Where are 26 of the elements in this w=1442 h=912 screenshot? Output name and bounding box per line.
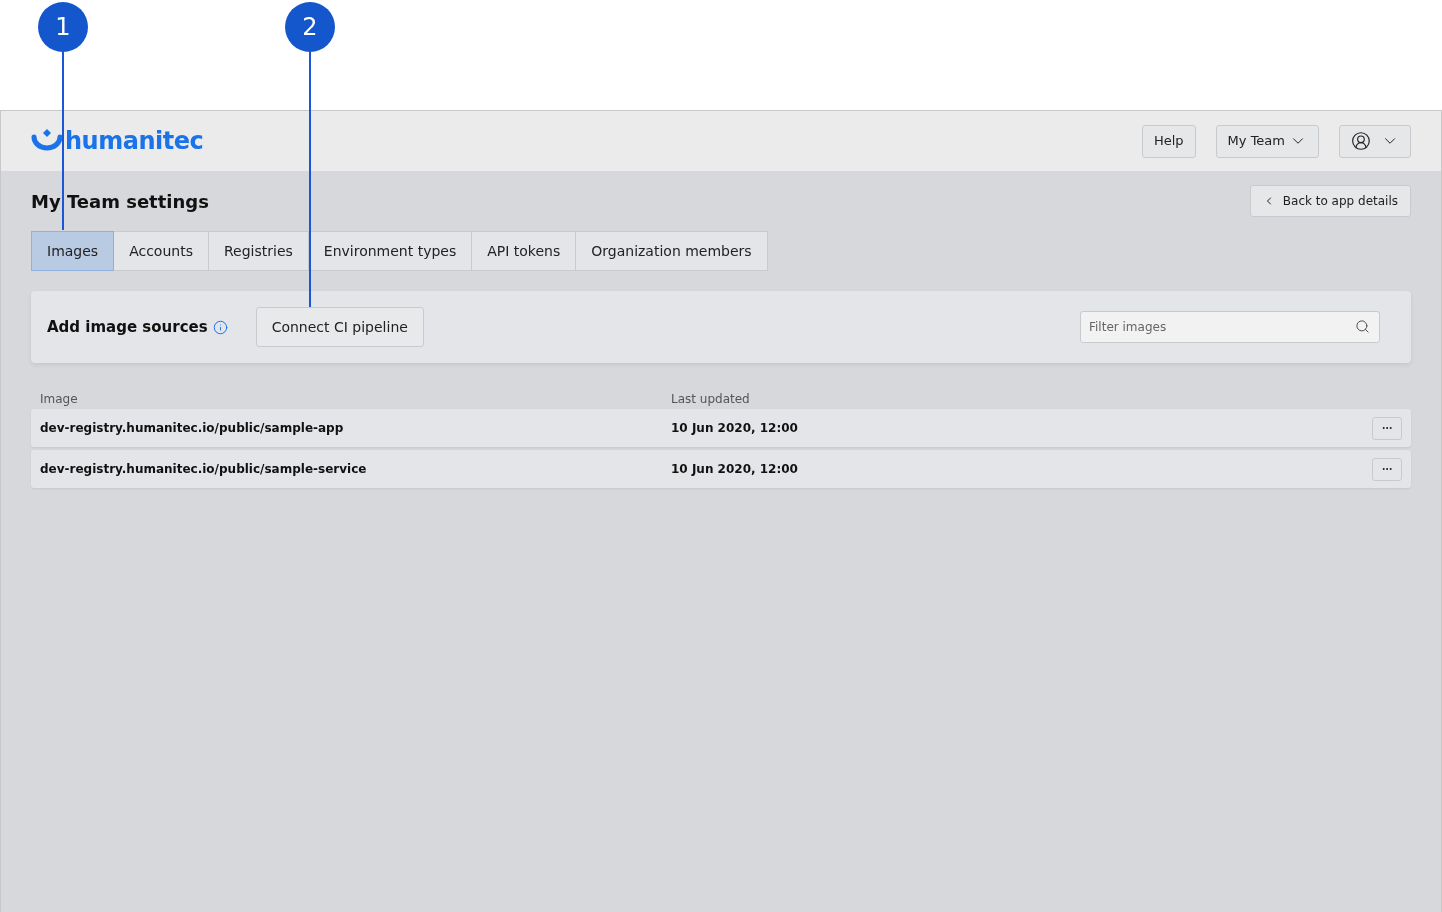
table-cell-text: 10 Jun 2020, 12:00 bbox=[671, 420, 798, 437]
column-header: Image bbox=[40, 391, 79, 408]
tab[interactable]: Accounts bbox=[113, 231, 209, 271]
callout-marker: 2 bbox=[285, 2, 335, 52]
table-cell-text: dev-registry.humanitec.io/public/sample-service bbox=[40, 461, 368, 478]
tab[interactable]: API tokens bbox=[471, 231, 577, 271]
user-menu-button[interactable] bbox=[1339, 124, 1411, 158]
tab[interactable]: Registries bbox=[207, 231, 309, 271]
tab[interactable]: Organization members bbox=[575, 231, 768, 271]
logo-text: humanitec bbox=[65, 126, 204, 157]
team-dropdown[interactable]: My Team bbox=[1215, 124, 1319, 158]
help-button[interactable]: Help bbox=[1141, 124, 1196, 158]
filter-field[interactable]: Filter images bbox=[1080, 311, 1380, 343]
search-icon bbox=[1355, 319, 1370, 334]
panel-title: Add image sources bbox=[47, 316, 208, 338]
table-cell-text: dev-registry.humanitec.io/public/sample-app bbox=[40, 420, 345, 437]
logo-icon bbox=[31, 129, 63, 153]
connect-ci-button[interactable]: Connect CI pipeline bbox=[255, 307, 424, 347]
column-header: Last updated bbox=[671, 391, 750, 408]
tab[interactable]: Images bbox=[31, 231, 115, 271]
info-icon[interactable] bbox=[212, 319, 228, 335]
user-icon bbox=[1351, 130, 1371, 152]
back-button[interactable]: Back to app details bbox=[1249, 185, 1411, 217]
table-cell-text: 10 Jun 2020, 12:00 bbox=[671, 461, 798, 478]
page-title: My Team settings bbox=[31, 189, 209, 214]
callout-marker: 1 bbox=[38, 2, 88, 52]
